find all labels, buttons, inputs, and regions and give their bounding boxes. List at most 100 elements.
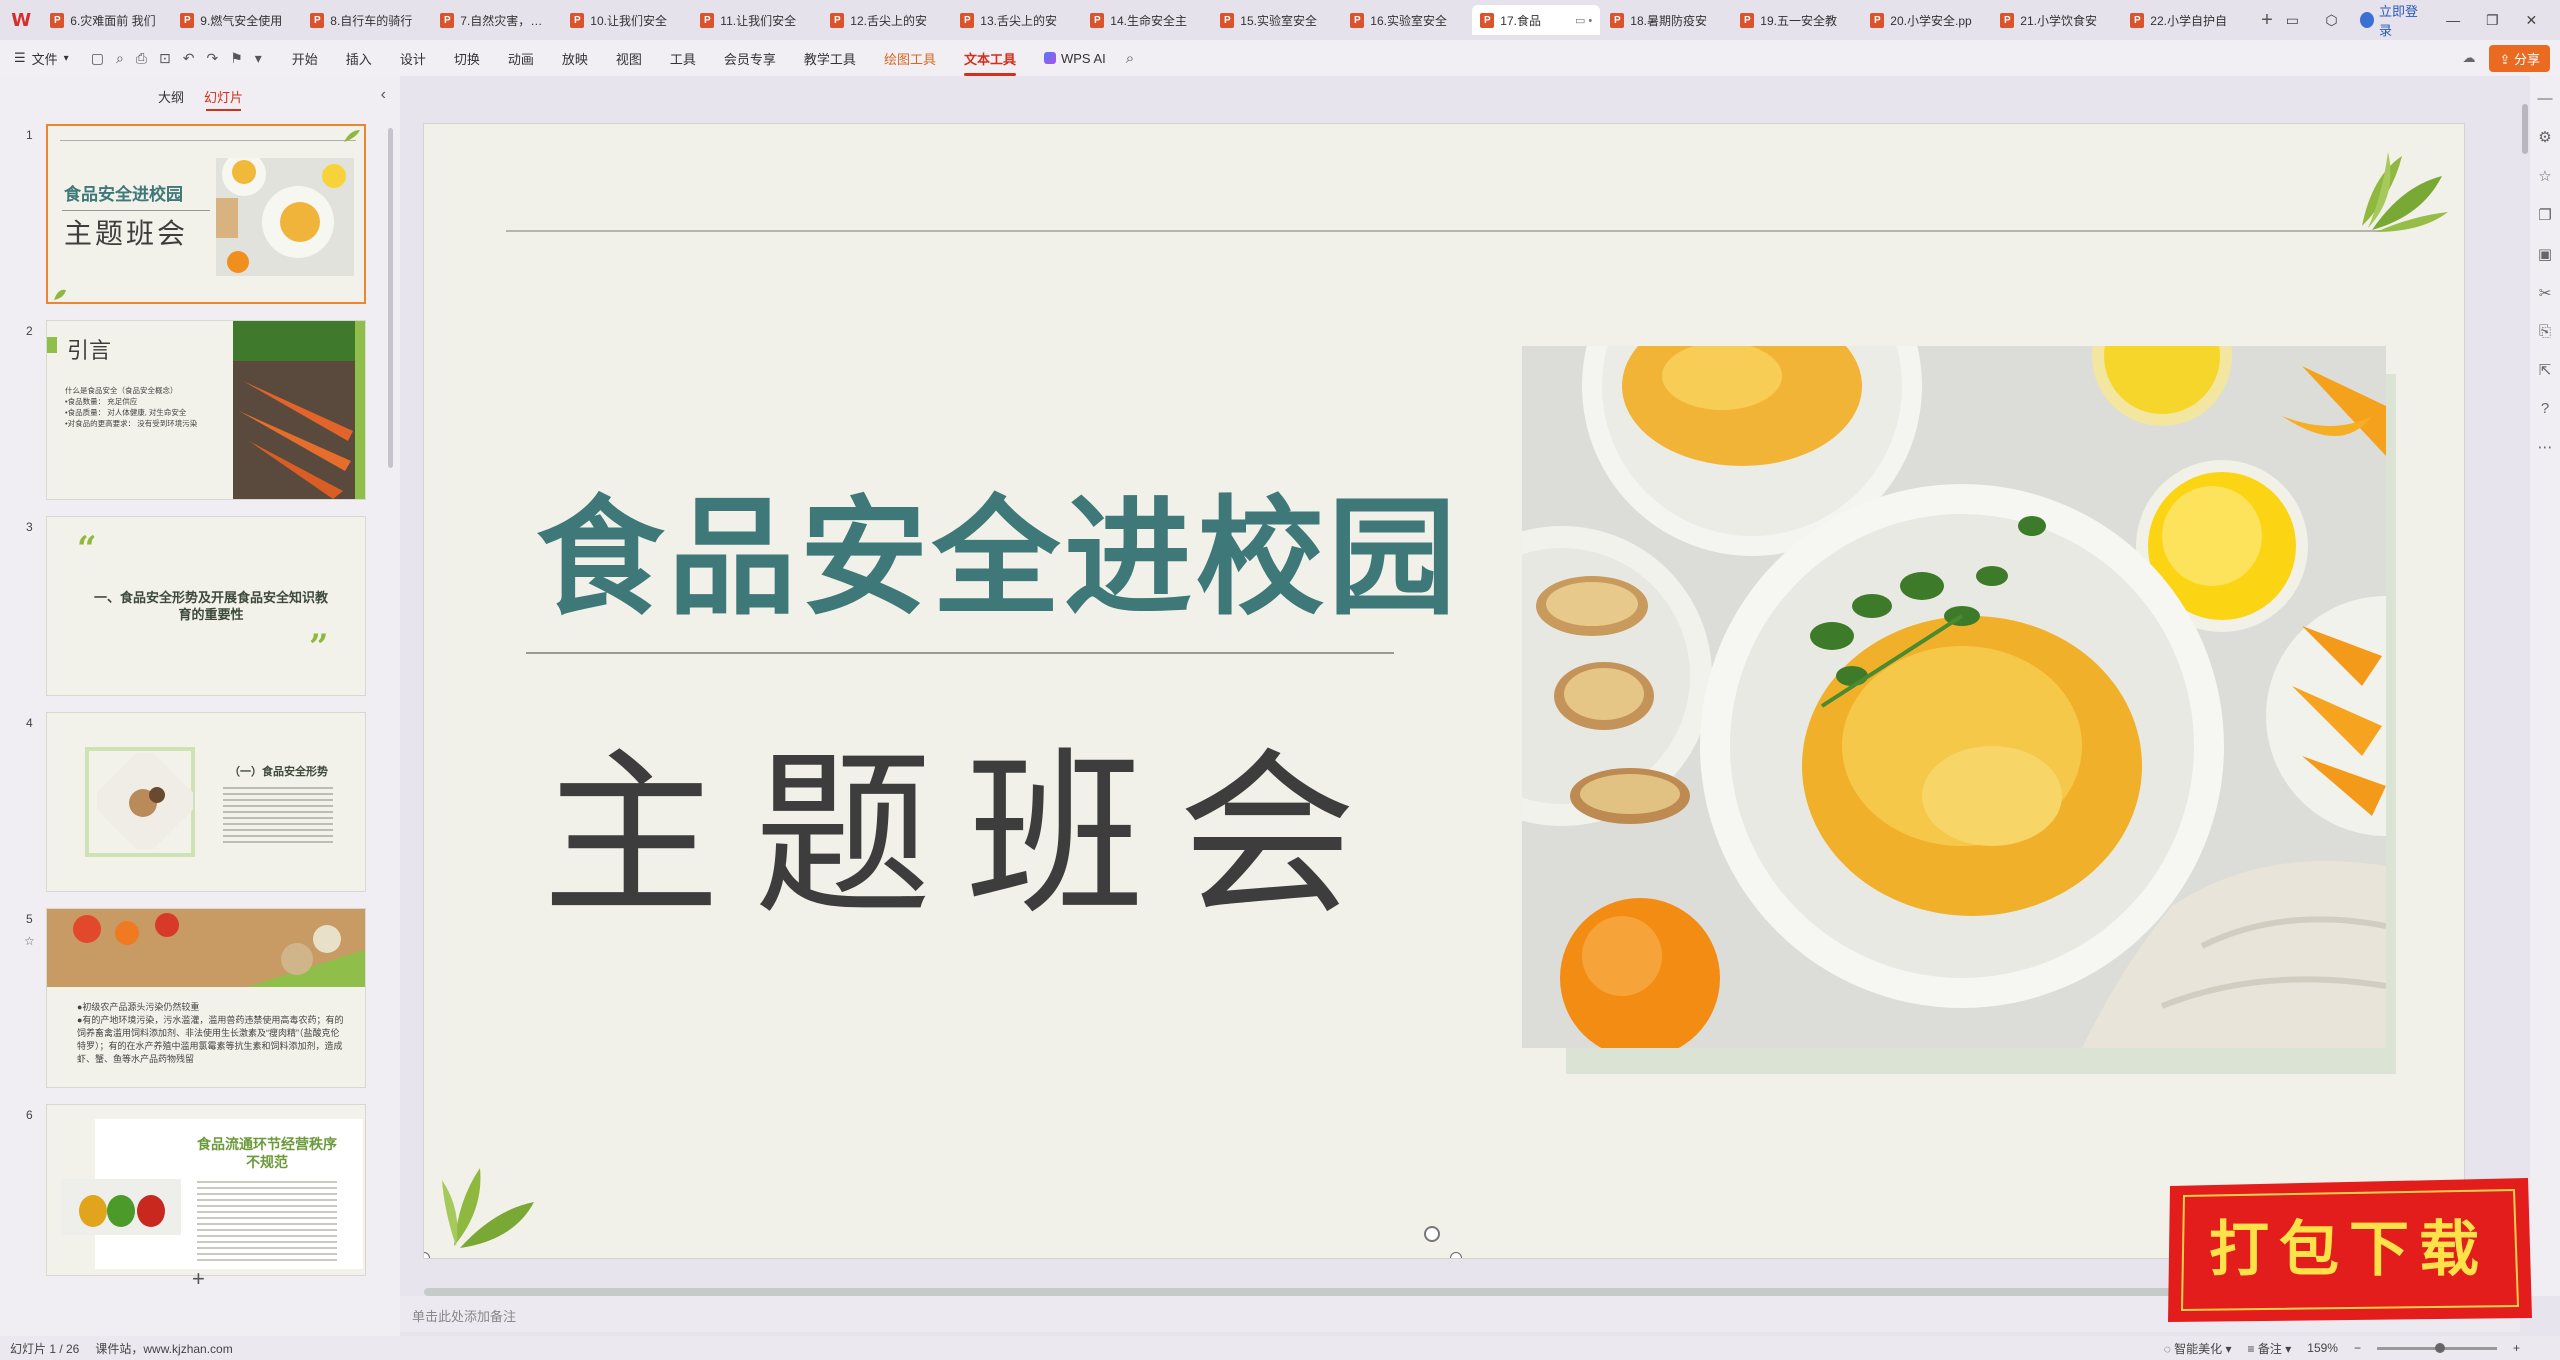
share-button[interactable]: ⇪ 分享 (2489, 44, 2550, 72)
document-tab[interactable]: P 15.实验室安全 (1212, 5, 1340, 35)
image-icon[interactable]: ▣ (2538, 245, 2552, 263)
ribbon-tab[interactable]: 插入 (346, 49, 372, 68)
share-icon[interactable]: ⇱ (2539, 361, 2552, 379)
document-tab[interactable]: P 9.燃气安全使用 (172, 5, 300, 35)
thumbnails-scrollbar[interactable] (388, 128, 393, 468)
document-tab[interactable]: P 13.舌尖上的安 (952, 5, 1080, 35)
ribbon-tab[interactable]: 切换 (454, 49, 480, 68)
folder-icon[interactable]: ⌕ (116, 50, 124, 67)
document-tab[interactable]: P 17.食品 ▭ • (1472, 5, 1601, 35)
scroll-thumb[interactable] (2522, 104, 2528, 154)
star-icon[interactable]: ☆ (24, 934, 35, 948)
collapse-icon[interactable]: — (2538, 90, 2553, 107)
slide-thumbnail[interactable]: 食品安全进校园 主题班会 (46, 124, 366, 304)
ribbon-context-tab[interactable]: 文本工具 (963, 49, 1016, 76)
document-tab[interactable]: P 6.灾难面前 我们 (42, 5, 170, 35)
slide-thumbnail[interactable]: “ 一、食品安全形势及开展食品安全知识教育的重要性 ” (46, 516, 366, 696)
document-tab[interactable]: P 19.五一安全教 (1732, 5, 1860, 35)
cloud-sync-icon[interactable]: ☁ (2462, 50, 2475, 66)
redo-icon[interactable]: ↷ (206, 50, 218, 67)
minimize-icon[interactable]: — (2442, 12, 2463, 28)
tools-icon[interactable]: ✂ (2539, 284, 2552, 302)
favorite-icon[interactable]: ☆ (2538, 167, 2551, 185)
document-tab[interactable]: P 7.自然灾害，安全 (432, 5, 560, 35)
search-icon[interactable]: ⌕ (1126, 50, 1134, 67)
new-tab-button[interactable]: + (2252, 9, 2281, 32)
zoom-out-icon[interactable]: − (2354, 1341, 2361, 1355)
document-tab[interactable]: P 18.暑期防疫安 (1602, 5, 1730, 35)
ppt-file-icon: P (1740, 12, 1755, 28)
document-tab[interactable]: P 20.小学安全.pp (1862, 5, 1990, 35)
wps-ai-button[interactable]: WPS AI (1043, 51, 1106, 66)
tab-label: 13.舌尖上的安 (980, 13, 1057, 28)
quote-close-icon: ” (309, 627, 329, 667)
wps-logo-icon[interactable]: W (0, 0, 42, 40)
document-tab[interactable]: P 12.舌尖上的安 (822, 5, 950, 35)
new-file-icon[interactable]: ▢ (91, 50, 104, 67)
ribbon-context-tab[interactable]: 绘图工具 (884, 49, 936, 68)
slide-number: 6 (26, 1108, 33, 1122)
document-tab[interactable]: P 8.自行车的骑行 (302, 5, 430, 35)
slide-thumbnail[interactable]: ●初级农产品源头污染仍然较重 ●有的产地环境污染，污水滥灌，滥用兽药违禁使用高毒… (46, 908, 366, 1088)
adjust-icon[interactable]: ⚙ (2538, 128, 2551, 146)
slide-title[interactable]: 食品安全进校园 (536, 454, 1460, 639)
slide-thumbnail[interactable]: 食品流通环节经营秩序不规范 (46, 1104, 366, 1276)
ribbon-tab[interactable]: 放映 (562, 49, 588, 68)
copy-icon[interactable]: ❐ (2538, 206, 2551, 224)
tab-slides[interactable]: 幻灯片 (204, 87, 243, 111)
slide-thumbnail[interactable]: （一）食品安全形势 (46, 712, 366, 892)
format-painter-icon[interactable]: ⚑ (230, 50, 243, 67)
ribbon-tab[interactable]: 动画 (508, 49, 534, 68)
horizontal-scrollbar[interactable] (424, 1288, 2304, 1296)
beautify-button[interactable]: ◌ 智能美化 ▾ (2164, 1340, 2232, 1357)
zoom-in-icon[interactable]: + (2513, 1341, 2520, 1355)
slide-number: 3 (26, 520, 33, 534)
menu-bar: ☰ 文件 ▾ ▢ ⌕ ⎙ ⊡ ↶ ↷ ⚑ ▾ 开始 插入 设计 切换 动画 放映 视图 工具 会… (0, 40, 2560, 76)
help-icon[interactable]: ? (2541, 400, 2549, 417)
slide-subtitle[interactable]: 主题班会 (542, 692, 1390, 949)
close-window-icon[interactable]: ✕ (2521, 12, 2542, 29)
notes-toggle[interactable]: ≡ 备注 ▾ (2248, 1340, 2292, 1357)
layout-icon[interactable]: ▭ (2282, 12, 2303, 29)
file-menu[interactable]: ☰ 文件 ▾ (14, 49, 69, 68)
breakfast-photo[interactable] (1522, 346, 2386, 1048)
document-tab[interactable]: P 16.实验室安全 (1342, 5, 1470, 35)
undo-icon[interactable]: ↶ (183, 50, 195, 67)
more-icon[interactable]: ⋯ (2538, 438, 2553, 456)
tab-outline[interactable]: 大纲 (158, 87, 184, 106)
vertical-scrollbar[interactable] (2520, 76, 2530, 1296)
document-tab[interactable]: P 11.让我们安全 (692, 5, 820, 35)
title-divider (526, 652, 1394, 654)
zoom-slider[interactable] (2376, 1342, 2497, 1353)
ribbon-tab[interactable]: 视图 (616, 49, 642, 68)
ribbon-tab[interactable]: 开始 (292, 49, 318, 68)
login-button[interactable]: 立即登录 (2360, 1, 2424, 39)
print-icon[interactable]: ⎙ (136, 50, 147, 67)
bookmark-icon[interactable]: ⎘ (2539, 323, 2551, 340)
document-tab[interactable]: P 10.让我们安全 (562, 5, 690, 35)
document-tabs: P 6.灾难面前 我们 P 9.燃气安全使用 P 8.自行车的骑行 P 7.自然灾害，安全 P 1… (42, 0, 2252, 40)
selection-handle[interactable] (1450, 1252, 1462, 1258)
print-preview-icon[interactable]: ⊡ (159, 50, 171, 67)
zoom-level[interactable]: 159% (2307, 1341, 2338, 1355)
ribbon-tab[interactable]: 会员专享 (724, 49, 776, 68)
document-tab[interactable]: P 14.生命安全主 (1082, 5, 1210, 35)
cube-icon[interactable]: ⬡ (2321, 12, 2342, 29)
more-chevron-icon[interactable]: ▾ (255, 50, 262, 67)
slide-canvas[interactable]: 食品安全进校园 主题班会 (424, 124, 2464, 1258)
screen-icon[interactable]: ▭ • (1575, 14, 1592, 27)
add-slide-button[interactable]: + (192, 1266, 205, 1292)
document-tab[interactable]: P 22.小学自护自 (2122, 5, 2250, 35)
ribbon-tab[interactable]: 设计 (400, 49, 426, 68)
ribbon-tab[interactable]: 教学工具 (804, 49, 856, 68)
slide-thumbnail[interactable]: 引言 什么是食品安全（食品安全概念） •食品数量： 充足供应 •食品质量： 对人… (46, 320, 366, 500)
restore-icon[interactable]: ❐ (2482, 12, 2503, 29)
ribbon-tab[interactable]: 工具 (670, 49, 696, 68)
rotate-handle-icon[interactable] (1424, 1226, 1440, 1242)
leaf-decoration-icon (344, 130, 360, 142)
collapse-panel-icon[interactable]: ‹ (381, 86, 386, 104)
document-tab[interactable]: P 21.小学饮食安 (1992, 5, 2120, 35)
download-promo-stamp[interactable]: 打包下载 (2162, 1172, 2536, 1326)
share-label: 分享 (2513, 51, 2540, 67)
selection-handle[interactable] (424, 1252, 430, 1258)
